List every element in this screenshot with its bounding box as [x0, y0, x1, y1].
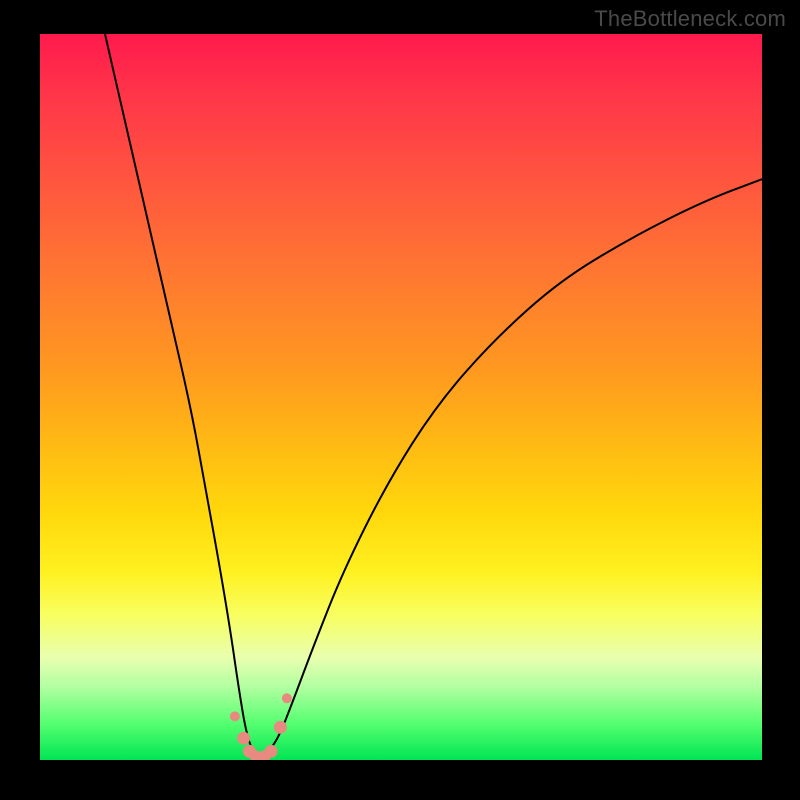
highlight-dot — [265, 745, 278, 758]
highlight-dot — [282, 693, 292, 703]
bottleneck-curve — [105, 34, 762, 758]
plot-area — [40, 34, 762, 760]
highlight-dot — [230, 711, 240, 721]
highlight-dots — [230, 693, 292, 760]
highlight-dot — [274, 721, 287, 734]
watermark-text: TheBottleneck.com — [594, 6, 786, 32]
chart-frame: TheBottleneck.com — [0, 0, 800, 800]
curve-svg — [40, 34, 762, 760]
highlight-dot — [237, 732, 250, 745]
